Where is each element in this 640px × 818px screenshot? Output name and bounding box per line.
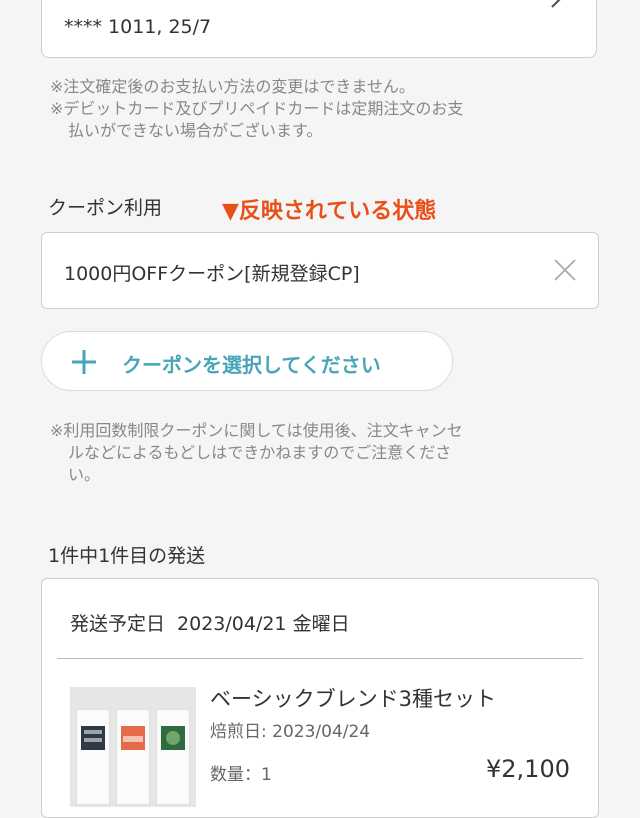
coupon-note-line2: ルなどによるもどしはできかねますのでご注意くださ bbox=[68, 443, 452, 462]
coupon-note: ※利用回数制限クーポンに関しては使用後、注文キャンセ ルなどによるもどしはできか… bbox=[50, 420, 463, 486]
shipment-title: 1件中1件目の発送 bbox=[48, 545, 206, 567]
payment-note-line2: ※デビットカード及びプリペイドカードは定期注文のお支 bbox=[50, 99, 464, 118]
select-coupon-button[interactable]: クーポンを選択してください bbox=[41, 331, 453, 391]
pack-label-graphic bbox=[81, 726, 105, 750]
plus-icon bbox=[72, 350, 96, 374]
chevron-right-icon bbox=[551, 0, 561, 8]
divider bbox=[57, 658, 583, 659]
close-icon[interactable] bbox=[552, 257, 578, 283]
coffee-pack-3 bbox=[156, 709, 190, 805]
product-roast-date: 焙煎日: 2023/04/24 bbox=[210, 722, 371, 742]
coupon-applied-value: 1000円OFFクーポン[新規登録CP] bbox=[64, 263, 360, 285]
product-quantity: 数量：1 bbox=[210, 765, 272, 785]
product-price: ¥2,100 bbox=[486, 755, 570, 783]
pack-label-graphic bbox=[121, 726, 145, 750]
coupon-applied-field[interactable]: 1000円OFFクーポン[新規登録CP] bbox=[41, 232, 599, 309]
product-name: ベーシックブレンド3種セット bbox=[210, 687, 496, 711]
coupon-note-line1: ※利用回数制限クーポンに関しては使用後、注文キャンセ bbox=[50, 421, 463, 440]
product-image bbox=[70, 687, 196, 807]
shipment-date-value: 2023/04/21 金曜日 bbox=[177, 613, 350, 635]
pack-label-graphic bbox=[161, 726, 185, 750]
coffee-pack-2 bbox=[116, 709, 150, 805]
shipment-date: 発送予定日 2023/04/21 金曜日 bbox=[70, 609, 350, 636]
coffee-pack-1 bbox=[76, 709, 110, 805]
coupon-label: クーポン利用 bbox=[48, 197, 163, 219]
reflected-state-annotation: ▼反映されている状態 bbox=[222, 199, 437, 224]
payment-card-select[interactable]: **** 1011, 25/7 bbox=[41, 0, 597, 58]
payment-note-line3: 払いができない場合がございます。 bbox=[68, 121, 323, 140]
coupon-note-line3: い。 bbox=[68, 465, 101, 484]
select-coupon-button-label: クーポンを選択してください bbox=[122, 353, 381, 377]
shipment-card: 発送予定日 2023/04/21 金曜日 ベーシックブレンド3種セット 焙煎日: … bbox=[41, 578, 599, 818]
payment-note-line1: ※注文確定後のお支払い方法の変更はできません。 bbox=[50, 77, 415, 96]
payment-note: ※注文確定後のお支払い方法の変更はできません。 ※デビットカード及びプリペイドカ… bbox=[50, 76, 463, 142]
payment-card-text: **** 1011, 25/7 bbox=[64, 16, 212, 38]
shipment-date-label: 発送予定日 bbox=[70, 613, 166, 635]
